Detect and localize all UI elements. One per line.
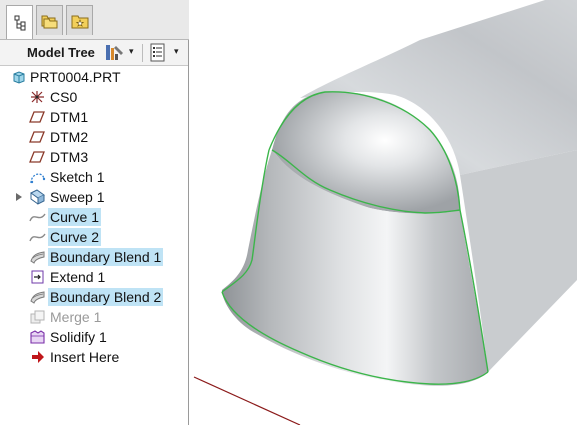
datum-plane-icon <box>29 151 45 163</box>
boundary-blend-icon <box>30 251 45 264</box>
extend-icon <box>31 270 44 284</box>
tree-item-curve-1[interactable]: Curve 1 <box>0 207 188 227</box>
insert-here-arrow-icon <box>32 351 44 363</box>
tree-item-sketch-1[interactable]: Sketch 1 <box>0 167 188 187</box>
model-render[interactable] <box>190 0 577 425</box>
toolbar-divider <box>142 44 143 62</box>
tree-item-curve-2[interactable]: Curve 2 <box>0 227 188 247</box>
tree-item-solidify-1[interactable]: Solidify 1 <box>0 327 188 347</box>
datum-axis-line <box>193 376 301 425</box>
tree-item-merge-1[interactable]: Merge 1 <box>0 307 188 327</box>
tab-model-tree[interactable] <box>6 5 33 39</box>
tree-item-dtm3[interactable]: DTM3 <box>0 147 188 167</box>
navigator-tabs <box>0 0 189 40</box>
model-tree-icon <box>14 15 25 30</box>
tree-item-label: Insert Here <box>50 349 120 365</box>
tree-item-label: CS0 <box>50 89 78 105</box>
favorites-icon <box>71 15 88 28</box>
tree-item-label: Curve 1 <box>48 208 102 226</box>
tree-item-boundary-blend-1[interactable]: Boundary Blend 1 <box>0 247 188 267</box>
datum-plane-icon <box>29 111 45 123</box>
tree-item-cs0[interactable]: CS0 <box>0 87 188 107</box>
model-tree-toolbar: Model Tree ▾ ▾ <box>0 40 188 66</box>
sketch-icon <box>30 173 46 184</box>
tree-root-label: PRT0004.PRT <box>30 69 121 85</box>
tree-settings-dropdown[interactable]: ▾ <box>174 46 179 57</box>
tree-item-dtm2[interactable]: DTM2 <box>0 127 188 147</box>
tree-tools-icon[interactable] <box>104 43 126 62</box>
navigator-panel: Model Tree ▾ ▾ PRT0004.PRT CS0 DTM1 DTM2… <box>0 0 189 425</box>
tree-settings-icon[interactable] <box>149 43 167 62</box>
app-window: Model Tree ▾ ▾ PRT0004.PRT CS0 DTM1 DTM2… <box>0 0 577 425</box>
coordinate-system-icon <box>31 91 44 103</box>
tree-item-label: Merge 1 <box>50 309 102 325</box>
tree-item-label: Solidify 1 <box>50 329 107 345</box>
tab-folder-browser[interactable] <box>36 5 63 35</box>
merge-icon <box>30 310 45 324</box>
tree-item-extend-1[interactable]: Extend 1 <box>0 267 188 287</box>
tree-item-label: Sketch 1 <box>50 169 105 185</box>
tree-item-label: Curve 2 <box>48 228 102 246</box>
solidify-icon <box>30 330 45 344</box>
tree-item-label: Extend 1 <box>50 269 106 285</box>
folder-browser-icon <box>41 15 57 28</box>
tree-item-label: Boundary Blend 1 <box>48 248 164 266</box>
tree-item-label: Sweep 1 <box>50 189 105 205</box>
tree-item-sweep-1[interactable]: Sweep 1 <box>0 187 188 207</box>
datum-plane-icon <box>29 131 45 143</box>
tree-item-label: DTM2 <box>50 129 89 145</box>
curve-icon <box>29 233 46 242</box>
boundary-blend-icon <box>30 291 45 304</box>
sweep-icon <box>30 189 45 205</box>
curve-icon <box>29 213 46 222</box>
model-tree-title: Model Tree <box>27 45 95 60</box>
graphics-viewport[interactable] <box>190 0 577 425</box>
tree-item-label: DTM3 <box>50 149 89 165</box>
part-icon <box>13 71 25 84</box>
expand-arrow-icon[interactable] <box>16 193 22 201</box>
tab-favorites[interactable] <box>66 5 93 35</box>
tree-root[interactable]: PRT0004.PRT <box>0 67 188 87</box>
tree-tools-dropdown[interactable]: ▾ <box>129 46 134 57</box>
tree-item-label: Boundary Blend 2 <box>48 288 164 306</box>
tree-item-dtm1[interactable]: DTM1 <box>0 107 188 127</box>
tree-item-insert-here[interactable]: Insert Here <box>0 347 188 367</box>
tree-item-boundary-blend-2[interactable]: Boundary Blend 2 <box>0 287 188 307</box>
tree-item-label: DTM1 <box>50 109 89 125</box>
